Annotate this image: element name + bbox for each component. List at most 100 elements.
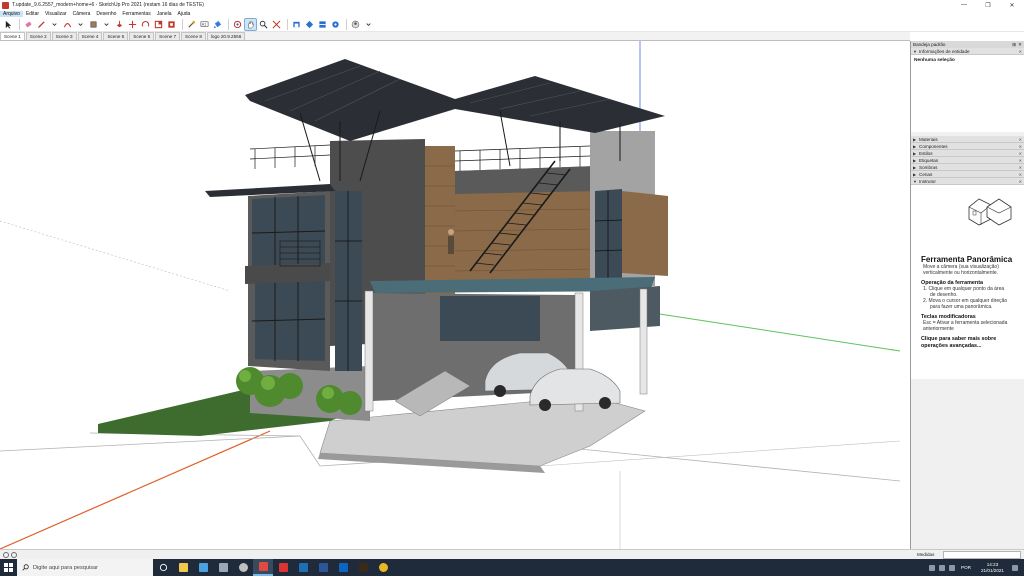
paint-bucket-icon[interactable] bbox=[212, 19, 223, 30]
menu-ajuda[interactable]: Ajuda bbox=[175, 11, 194, 17]
close-icon[interactable]: ✕ bbox=[1019, 158, 1022, 163]
rectangle-icon[interactable] bbox=[88, 19, 99, 30]
rotate-icon[interactable] bbox=[140, 19, 151, 30]
panel-instructor[interactable]: ▼ Instrutor ✕ bbox=[911, 178, 1024, 185]
scene-tab-2[interactable]: Scene 2 bbox=[25, 32, 51, 40]
right-side-wood bbox=[622, 191, 668, 276]
close-icon[interactable]: ✕ bbox=[1018, 42, 1022, 48]
offset-icon[interactable] bbox=[166, 19, 177, 30]
measurements-input[interactable] bbox=[943, 551, 1021, 559]
taskbar-app-7[interactable] bbox=[293, 559, 313, 576]
panel-styles[interactable]: ▶ Estilos ✕ bbox=[911, 150, 1024, 157]
maximize-button[interactable]: ❐ bbox=[976, 0, 1000, 10]
scene-tab-7[interactable]: Scene 7 bbox=[155, 32, 181, 40]
warehouse-icon[interactable] bbox=[291, 19, 302, 30]
photos-icon bbox=[218, 563, 228, 572]
menu-desenho[interactable]: Desenho bbox=[93, 11, 119, 17]
language-indicator[interactable]: POR bbox=[961, 565, 971, 570]
close-icon[interactable]: ✕ bbox=[1019, 165, 1022, 170]
taskbar-app-10[interactable] bbox=[353, 559, 373, 576]
start-button[interactable] bbox=[0, 559, 17, 576]
chevron-down-icon[interactable] bbox=[49, 19, 60, 30]
chevron-down-icon[interactable] bbox=[75, 19, 86, 30]
orbit-icon[interactable] bbox=[232, 19, 243, 30]
drawing-viewport[interactable] bbox=[0, 41, 911, 549]
move-icon[interactable] bbox=[127, 19, 138, 30]
push-pull-icon[interactable] bbox=[114, 19, 125, 30]
panel-shadows[interactable]: ▶ Sombras ✕ bbox=[911, 164, 1024, 171]
window-title: T.update_9.6.2557_modern+home+6 - Sketch… bbox=[12, 2, 204, 8]
close-button[interactable]: ✕ bbox=[1000, 0, 1024, 10]
left-roof-rail bbox=[249, 144, 331, 169]
task-view-button[interactable] bbox=[153, 559, 173, 576]
scale-icon[interactable] bbox=[153, 19, 164, 30]
menu-arquivo[interactable]: Arquivo bbox=[0, 10, 23, 17]
menu-camera[interactable]: Câmera bbox=[70, 11, 94, 17]
menu-visualizar[interactable]: Visualizar bbox=[42, 11, 70, 17]
close-icon[interactable]: ✕ bbox=[1019, 172, 1022, 177]
volume-icon[interactable] bbox=[939, 564, 946, 571]
taskbar-app-9[interactable] bbox=[333, 559, 353, 576]
entity-info-header[interactable]: ▼ Informações de entidade ✕ bbox=[911, 48, 1024, 55]
panel-scenes[interactable]: ▶ Cenas ✕ bbox=[911, 171, 1024, 178]
scene-tab-8[interactable]: Scene 8 bbox=[181, 32, 206, 40]
battery-icon[interactable] bbox=[949, 564, 956, 571]
text-icon[interactable]: A1 bbox=[199, 19, 210, 30]
taskbar-app-4[interactable] bbox=[233, 559, 253, 576]
scene-tab-5[interactable]: Scene 5 bbox=[103, 32, 129, 40]
chevron-down-icon[interactable] bbox=[363, 19, 374, 30]
taskbar-app-sketchup[interactable] bbox=[253, 559, 273, 576]
notification-icon[interactable] bbox=[1012, 564, 1018, 571]
extension-warehouse-icon[interactable] bbox=[304, 19, 315, 30]
scene-tab-4[interactable]: Scene 4 bbox=[77, 32, 103, 40]
pencil-icon[interactable] bbox=[36, 19, 47, 30]
pan-icon[interactable] bbox=[244, 17, 257, 31]
close-icon[interactable]: ✕ bbox=[1019, 137, 1022, 142]
taskbar-app-3[interactable] bbox=[213, 559, 233, 576]
taskbar-search[interactable]: Digite aqui para pesquisar bbox=[17, 559, 153, 576]
close-icon[interactable]: ✕ bbox=[1019, 49, 1022, 54]
close-icon[interactable]: ✕ bbox=[1019, 144, 1022, 149]
chevron-down-icon[interactable] bbox=[101, 19, 112, 30]
menu-janela[interactable]: Janela bbox=[154, 11, 175, 17]
layout-icon[interactable] bbox=[317, 19, 328, 30]
taskbar-app-2[interactable] bbox=[193, 559, 213, 576]
scene-tab-logo[interactable]: logo 20.9.2556 bbox=[206, 32, 246, 40]
panel-components[interactable]: ▶ Componentes ✕ bbox=[911, 143, 1024, 150]
clock[interactable]: 14:23 21/01/2021 bbox=[981, 562, 1004, 573]
menu-ferramentas[interactable]: Ferramentas bbox=[119, 11, 153, 17]
geolocation-icon[interactable] bbox=[3, 552, 9, 558]
minimize-button[interactable]: — bbox=[952, 0, 976, 10]
tape-measure-icon[interactable] bbox=[186, 19, 197, 30]
learn-more-link[interactable]: Clique para saber mais sobre operações a… bbox=[921, 336, 1014, 350]
tray-title-bar: Bandeja padrão ⊞ ✕ bbox=[911, 41, 1024, 48]
scene-tab-1[interactable]: Scene 1 bbox=[0, 32, 25, 40]
taskbar-app-11[interactable] bbox=[373, 559, 393, 576]
taskbar-app-1[interactable] bbox=[173, 559, 193, 576]
illustrator-icon bbox=[358, 563, 368, 572]
taskbar-app-6[interactable] bbox=[273, 559, 293, 576]
close-icon[interactable]: ✕ bbox=[1019, 151, 1022, 156]
scene-tab-3[interactable]: Scene 3 bbox=[51, 32, 77, 40]
panel-materials[interactable]: ▶ Materiais ✕ bbox=[911, 136, 1024, 143]
extension-manager-icon[interactable] bbox=[330, 19, 341, 30]
credits-icon[interactable] bbox=[11, 552, 17, 558]
menu-editar[interactable]: Editar bbox=[23, 11, 42, 17]
network-icon[interactable] bbox=[929, 564, 936, 571]
select-tool-icon[interactable] bbox=[3, 19, 14, 30]
taskbar-app-8[interactable] bbox=[313, 559, 333, 576]
model-scene bbox=[0, 41, 901, 549]
arc-icon[interactable] bbox=[62, 19, 73, 30]
zoom-icon[interactable] bbox=[258, 19, 269, 30]
eraser-icon[interactable] bbox=[23, 19, 34, 30]
store-icon bbox=[198, 563, 208, 572]
profile-icon[interactable] bbox=[350, 19, 361, 30]
panel-label: Instrutor bbox=[919, 178, 936, 184]
zoom-extents-icon[interactable] bbox=[271, 19, 282, 30]
panel-tags[interactable]: ▶ Etiquetas ✕ bbox=[911, 157, 1024, 164]
close-icon[interactable]: ✕ bbox=[1019, 179, 1022, 184]
instructor-body: Ferramenta Panorâmica Move a câmera (sua… bbox=[911, 185, 1024, 379]
sketchup-logo-icon bbox=[2, 1, 9, 9]
pin-icon[interactable]: ⊞ bbox=[1012, 42, 1016, 48]
scene-tab-6[interactable]: Scene 6 bbox=[129, 32, 155, 40]
